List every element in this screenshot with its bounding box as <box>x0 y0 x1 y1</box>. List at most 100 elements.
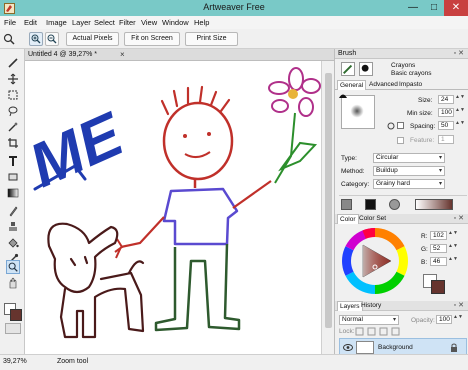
hand-tool-icon[interactable] <box>7 277 19 289</box>
fill-bucket-icon[interactable] <box>7 237 19 249</box>
method-label: Method: <box>341 168 365 175</box>
r-spinner[interactable]: ▲▼ <box>448 231 458 240</box>
figure-shirt <box>162 187 239 246</box>
brush-shape-icon[interactable] <box>338 91 348 99</box>
tab-color[interactable]: Color <box>337 214 359 224</box>
category-select[interactable]: Grainy hard ▾ <box>373 179 445 189</box>
lock-options-icon[interactable] <box>355 327 409 336</box>
layers-panel-header: Layers History ▫✕ <box>335 301 468 311</box>
menu-image[interactable]: Image <box>46 18 67 27</box>
size-input[interactable]: 24 <box>438 95 454 104</box>
move-tool-icon[interactable] <box>7 73 19 85</box>
feature-input[interactable]: 1 <box>438 135 454 144</box>
menu-file[interactable]: File <box>4 18 16 27</box>
spacing-checkbox[interactable] <box>397 122 404 129</box>
layer-thumbnail <box>356 341 374 354</box>
drawing-canvas[interactable]: ME <box>25 61 334 354</box>
scrollbar-thumb[interactable] <box>325 73 332 328</box>
panel-controls-icon[interactable]: ▫✕ <box>454 214 466 222</box>
pattern-swatch[interactable] <box>365 199 376 210</box>
screen-mode-button[interactable] <box>5 323 21 334</box>
print-size-button[interactable]: Print Size <box>185 32 238 46</box>
size-label: Size: <box>418 97 433 104</box>
spacing-spinner[interactable]: ▲▼ <box>455 121 465 130</box>
close-button[interactable]: ✕ <box>444 0 468 16</box>
panel-controls-icon[interactable]: ▫✕ <box>454 49 466 57</box>
b-input[interactable]: 46 <box>430 257 447 266</box>
blend-mode-select[interactable]: Normal ▾ <box>339 315 399 325</box>
title-bar: Artweaver Free — □ ✕ <box>0 0 468 16</box>
brush-variant-name: Basic crayons <box>391 70 432 77</box>
tab-general[interactable]: General <box>337 80 367 90</box>
g-input[interactable]: 52 <box>430 244 447 253</box>
menu-layer[interactable]: Layer <box>72 18 91 27</box>
min-size-input[interactable]: 100 <box>438 108 454 117</box>
crop-tool-icon[interactable] <box>7 137 19 149</box>
opacity-spinner[interactable]: ▲▼ <box>453 315 463 324</box>
maximize-button[interactable]: □ <box>424 0 444 16</box>
flower-stem <box>274 112 296 184</box>
dog <box>47 222 145 339</box>
chevron-down-icon: ▾ <box>438 155 442 161</box>
gradient-swatch[interactable] <box>415 199 453 210</box>
noise-swatch[interactable] <box>389 199 400 210</box>
flower-center <box>288 89 298 99</box>
brush-tool-icon[interactable] <box>7 57 19 69</box>
eraser-tool-icon[interactable] <box>7 171 19 183</box>
gradient-tool-icon[interactable] <box>7 187 19 199</box>
brush-panel-header: Brush ▫✕ <box>335 49 468 59</box>
method-select[interactable]: Buildup ▾ <box>373 166 445 176</box>
lasso-tool-icon[interactable] <box>7 105 19 117</box>
crayon-icon <box>343 64 353 74</box>
color-wheel[interactable] <box>341 227 409 295</box>
tab-history[interactable]: History <box>359 301 383 311</box>
r-input[interactable]: 102 <box>430 231 447 240</box>
tab-impasto[interactable]: Impasto <box>397 80 424 90</box>
minimize-button[interactable]: — <box>402 0 424 16</box>
text-tool-icon[interactable] <box>7 155 19 167</box>
foreground-color-swatch[interactable] <box>10 309 22 321</box>
brush-variant-button[interactable] <box>359 62 373 76</box>
zoom-tool-button[interactable] <box>6 260 20 274</box>
document-close-icon[interactable]: × <box>120 50 125 59</box>
color-foreground-swatch[interactable] <box>431 280 445 294</box>
eye-icon[interactable] <box>343 344 353 351</box>
menu-edit[interactable]: Edit <box>24 18 37 27</box>
spacing-link-icon[interactable] <box>387 122 395 130</box>
g-label: G: <box>421 246 428 253</box>
brush-category-button[interactable] <box>341 62 355 76</box>
type-select[interactable]: Circular ▾ <box>373 153 445 163</box>
opacity-input[interactable]: 100 <box>436 315 452 324</box>
type-label: Type: <box>341 155 357 162</box>
g-spinner[interactable]: ▲▼ <box>448 244 458 253</box>
pen-tool-icon[interactable] <box>7 205 19 217</box>
b-spinner[interactable]: ▲▼ <box>448 257 458 266</box>
panel-controls-icon[interactable]: ▫✕ <box>454 301 466 309</box>
tab-color-set[interactable]: Color Set <box>357 214 388 224</box>
min-size-spinner[interactable]: ▲▼ <box>455 108 465 117</box>
tab-advanced[interactable]: Advanced <box>367 80 400 90</box>
left-arm <box>120 216 165 249</box>
b-label: B: <box>421 259 428 266</box>
paper-texture-swatch[interactable] <box>341 199 352 210</box>
actual-pixels-button[interactable]: Actual Pixels <box>66 32 119 46</box>
fit-on-screen-button[interactable]: Fit on Screen <box>124 32 180 46</box>
magic-wand-icon[interactable] <box>7 121 19 133</box>
rect-select-icon[interactable] <box>7 89 19 101</box>
menu-view[interactable]: View <box>141 18 157 27</box>
smile <box>184 151 211 158</box>
document-tab[interactable]: Untitled 4 @ 39,27% * × <box>25 49 334 61</box>
clone-tool-icon[interactable] <box>7 221 19 233</box>
menu-filter[interactable]: Filter <box>119 18 136 27</box>
zoom-out-button[interactable] <box>45 32 59 46</box>
menu-select[interactable]: Select <box>94 18 115 27</box>
zoom-in-button[interactable] <box>29 32 43 46</box>
brush-panel-title: Brush <box>338 50 357 57</box>
feature-checkbox[interactable] <box>397 137 404 144</box>
spacing-input[interactable]: 50 <box>438 121 454 130</box>
menu-window[interactable]: Window <box>162 18 189 27</box>
menu-help[interactable]: Help <box>194 18 209 27</box>
size-spinner[interactable]: ▲▼ <box>455 95 465 104</box>
vertical-scrollbar[interactable] <box>321 61 334 354</box>
brush-category-name: Crayons <box>391 62 416 69</box>
